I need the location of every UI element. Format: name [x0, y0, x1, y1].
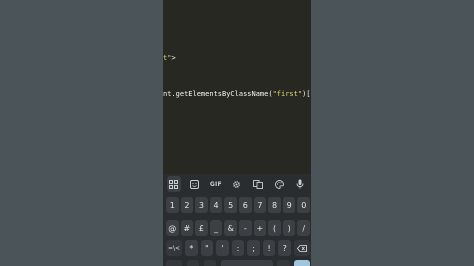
- key-3[interactable]: 3: [195, 197, 208, 213]
- sticker-icon[interactable]: [188, 176, 202, 192]
- translate-icon[interactable]: [251, 176, 265, 192]
- palette-icon[interactable]: [272, 176, 286, 192]
- key-0[interactable]: 0: [297, 197, 310, 213]
- key-exclamation[interactable]: !: [262, 240, 276, 256]
- microphone-icon[interactable]: [293, 176, 307, 192]
- key-asterisk[interactable]: *: [185, 240, 198, 256]
- gif-button[interactable]: GIF: [209, 176, 223, 192]
- keyboard-toolbar: GIF: [163, 174, 311, 194]
- on-screen-keyboard: GIF 1 2 3 4 5 6 7 8 9 0 @ # £ _ & - + (…: [163, 174, 311, 266]
- code-line: t">: [163, 54, 176, 62]
- key-7[interactable]: 7: [253, 197, 267, 213]
- settings-gear-icon[interactable]: [230, 176, 244, 192]
- key-slash[interactable]: /: [297, 220, 310, 236]
- apps-grid-icon[interactable]: [166, 176, 181, 192]
- symbol-row-1: @ # £ _ & - + ( ) /: [166, 220, 310, 236]
- comma-key[interactable]: [186, 260, 199, 266]
- key-semicolon[interactable]: ;: [247, 240, 260, 256]
- key-1[interactable]: 1: [166, 197, 179, 213]
- key-hash[interactable]: #: [180, 220, 194, 236]
- key-question[interactable]: ?: [278, 240, 291, 256]
- key-double-quote[interactable]: ": [200, 240, 214, 256]
- number-row: 1 2 3 4 5 6 7 8 9 0: [166, 197, 310, 213]
- key-underscore[interactable]: _: [209, 220, 223, 236]
- key-8[interactable]: 8: [268, 197, 281, 213]
- key-plus[interactable]: +: [253, 220, 267, 236]
- key-2[interactable]: 2: [180, 197, 194, 213]
- key-5[interactable]: 5: [224, 197, 237, 213]
- key-9[interactable]: 9: [282, 197, 296, 213]
- symbol-row-2: =\< * " ' : ; ! ?: [166, 240, 310, 256]
- key-single-quote[interactable]: ': [216, 240, 229, 256]
- key-open-paren[interactable]: (: [268, 220, 281, 236]
- backspace-icon: [297, 244, 307, 252]
- space-key[interactable]: [220, 260, 273, 266]
- key-ampersand[interactable]: &: [224, 220, 237, 236]
- alpha-switch-key[interactable]: [166, 260, 182, 266]
- period-key[interactable]: [277, 260, 290, 266]
- code-line: nt.getElementsByClassName("first")[0: [163, 90, 311, 98]
- key-colon[interactable]: :: [231, 240, 245, 256]
- key-4[interactable]: 4: [209, 197, 223, 213]
- code-editor[interactable]: t"> nt.getElementsByClassName("first")[0: [163, 0, 311, 174]
- enter-key[interactable]: [294, 260, 310, 266]
- key-6[interactable]: 6: [239, 197, 252, 213]
- phone-screen: t"> nt.getElementsByClassName("first")[0…: [163, 0, 311, 266]
- key-at[interactable]: @: [166, 220, 179, 236]
- key-close-paren[interactable]: ): [282, 220, 296, 236]
- emoji-key[interactable]: [203, 260, 216, 266]
- backspace-key[interactable]: [294, 240, 310, 256]
- key-pound[interactable]: £: [195, 220, 208, 236]
- more-symbols-key[interactable]: =\<: [166, 240, 182, 256]
- key-minus[interactable]: -: [239, 220, 252, 236]
- bottom-row: [166, 260, 310, 266]
